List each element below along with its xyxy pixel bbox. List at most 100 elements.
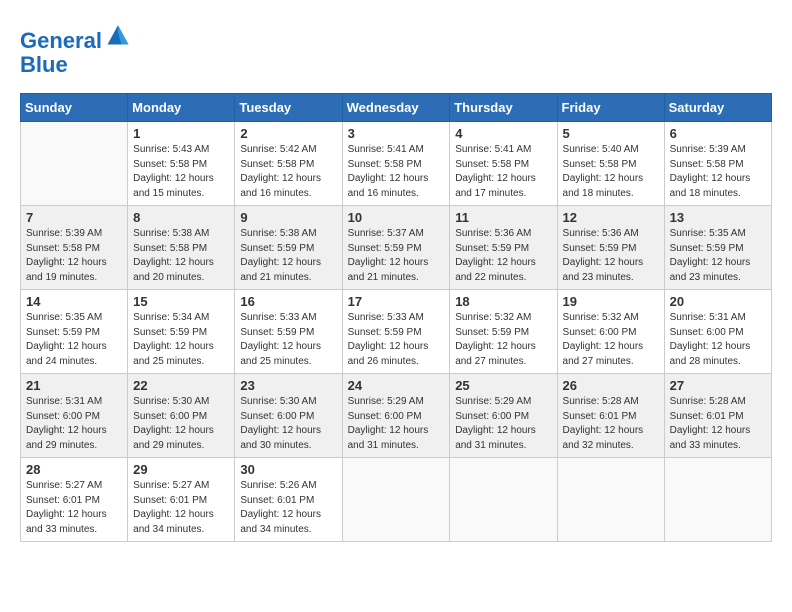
calendar-cell: 20 Sunrise: 5:31 AMSunset: 6:00 PMDaylig… [664, 290, 771, 374]
day-info: Sunrise: 5:29 AMSunset: 6:00 PMDaylight:… [348, 396, 429, 451]
calendar-cell: 6 Sunrise: 5:39 AMSunset: 5:58 PMDayligh… [664, 122, 771, 206]
calendar-cell: 26 Sunrise: 5:28 AMSunset: 6:01 PMDaylig… [557, 374, 664, 458]
day-info: Sunrise: 5:37 AMSunset: 5:59 PMDaylight:… [348, 228, 429, 283]
logo-icon [104, 20, 132, 48]
calendar-cell: 10 Sunrise: 5:37 AMSunset: 5:59 PMDaylig… [342, 206, 450, 290]
weekday-header: Monday [128, 94, 235, 122]
day-number: 1 [133, 126, 229, 141]
weekday-header: Thursday [450, 94, 557, 122]
calendar-cell: 2 Sunrise: 5:42 AMSunset: 5:58 PMDayligh… [235, 122, 342, 206]
calendar-cell [664, 458, 771, 542]
calendar-cell: 27 Sunrise: 5:28 AMSunset: 6:01 PMDaylig… [664, 374, 771, 458]
day-number: 7 [26, 210, 122, 225]
day-info: Sunrise: 5:27 AMSunset: 6:01 PMDaylight:… [26, 480, 107, 535]
calendar-week-row: 14 Sunrise: 5:35 AMSunset: 5:59 PMDaylig… [21, 290, 772, 374]
day-number: 16 [240, 294, 336, 309]
calendar-week-row: 28 Sunrise: 5:27 AMSunset: 6:01 PMDaylig… [21, 458, 772, 542]
day-number: 2 [240, 126, 336, 141]
day-info: Sunrise: 5:41 AMSunset: 5:58 PMDaylight:… [348, 144, 429, 199]
calendar-cell: 14 Sunrise: 5:35 AMSunset: 5:59 PMDaylig… [21, 290, 128, 374]
day-info: Sunrise: 5:38 AMSunset: 5:58 PMDaylight:… [133, 228, 214, 283]
calendar-cell: 30 Sunrise: 5:26 AMSunset: 6:01 PMDaylig… [235, 458, 342, 542]
logo-text: GeneralBlue [20, 20, 132, 77]
day-info: Sunrise: 5:32 AMSunset: 6:00 PMDaylight:… [563, 312, 644, 367]
day-info: Sunrise: 5:31 AMSunset: 6:00 PMDaylight:… [670, 312, 751, 367]
day-number: 22 [133, 378, 229, 393]
day-number: 25 [455, 378, 551, 393]
calendar-cell: 9 Sunrise: 5:38 AMSunset: 5:59 PMDayligh… [235, 206, 342, 290]
day-info: Sunrise: 5:30 AMSunset: 6:00 PMDaylight:… [133, 396, 214, 451]
weekday-header: Sunday [21, 94, 128, 122]
calendar-cell: 4 Sunrise: 5:41 AMSunset: 5:58 PMDayligh… [450, 122, 557, 206]
day-number: 13 [670, 210, 766, 225]
day-info: Sunrise: 5:35 AMSunset: 5:59 PMDaylight:… [670, 228, 751, 283]
day-info: Sunrise: 5:33 AMSunset: 5:59 PMDaylight:… [240, 312, 321, 367]
logo: GeneralBlue [20, 20, 132, 77]
day-info: Sunrise: 5:41 AMSunset: 5:58 PMDaylight:… [455, 144, 536, 199]
calendar-cell: 19 Sunrise: 5:32 AMSunset: 6:00 PMDaylig… [557, 290, 664, 374]
day-info: Sunrise: 5:40 AMSunset: 5:58 PMDaylight:… [563, 144, 644, 199]
day-info: Sunrise: 5:42 AMSunset: 5:58 PMDaylight:… [240, 144, 321, 199]
calendar-cell: 22 Sunrise: 5:30 AMSunset: 6:00 PMDaylig… [128, 374, 235, 458]
calendar-cell: 3 Sunrise: 5:41 AMSunset: 5:58 PMDayligh… [342, 122, 450, 206]
day-number: 10 [348, 210, 445, 225]
weekday-header: Friday [557, 94, 664, 122]
calendar-cell: 1 Sunrise: 5:43 AMSunset: 5:58 PMDayligh… [128, 122, 235, 206]
calendar-cell: 13 Sunrise: 5:35 AMSunset: 5:59 PMDaylig… [664, 206, 771, 290]
day-number: 11 [455, 210, 551, 225]
day-info: Sunrise: 5:36 AMSunset: 5:59 PMDaylight:… [455, 228, 536, 283]
day-info: Sunrise: 5:28 AMSunset: 6:01 PMDaylight:… [563, 396, 644, 451]
day-info: Sunrise: 5:26 AMSunset: 6:01 PMDaylight:… [240, 480, 321, 535]
day-number: 18 [455, 294, 551, 309]
calendar-cell: 5 Sunrise: 5:40 AMSunset: 5:58 PMDayligh… [557, 122, 664, 206]
calendar-cell: 8 Sunrise: 5:38 AMSunset: 5:58 PMDayligh… [128, 206, 235, 290]
day-number: 17 [348, 294, 445, 309]
calendar-cell: 24 Sunrise: 5:29 AMSunset: 6:00 PMDaylig… [342, 374, 450, 458]
day-info: Sunrise: 5:30 AMSunset: 6:00 PMDaylight:… [240, 396, 321, 451]
calendar-cell [342, 458, 450, 542]
day-info: Sunrise: 5:39 AMSunset: 5:58 PMDaylight:… [26, 228, 107, 283]
calendar-cell: 15 Sunrise: 5:34 AMSunset: 5:59 PMDaylig… [128, 290, 235, 374]
calendar-cell: 25 Sunrise: 5:29 AMSunset: 6:00 PMDaylig… [450, 374, 557, 458]
day-number: 24 [348, 378, 445, 393]
day-info: Sunrise: 5:29 AMSunset: 6:00 PMDaylight:… [455, 396, 536, 451]
day-info: Sunrise: 5:43 AMSunset: 5:58 PMDaylight:… [133, 144, 214, 199]
calendar-week-row: 1 Sunrise: 5:43 AMSunset: 5:58 PMDayligh… [21, 122, 772, 206]
day-number: 21 [26, 378, 122, 393]
day-info: Sunrise: 5:39 AMSunset: 5:58 PMDaylight:… [670, 144, 751, 199]
weekday-header: Wednesday [342, 94, 450, 122]
day-number: 20 [670, 294, 766, 309]
day-number: 8 [133, 210, 229, 225]
calendar-cell [557, 458, 664, 542]
day-number: 4 [455, 126, 551, 141]
day-info: Sunrise: 5:27 AMSunset: 6:01 PMDaylight:… [133, 480, 214, 535]
calendar-cell: 21 Sunrise: 5:31 AMSunset: 6:00 PMDaylig… [21, 374, 128, 458]
day-number: 28 [26, 462, 122, 477]
day-info: Sunrise: 5:36 AMSunset: 5:59 PMDaylight:… [563, 228, 644, 283]
calendar-cell: 11 Sunrise: 5:36 AMSunset: 5:59 PMDaylig… [450, 206, 557, 290]
weekday-header: Saturday [664, 94, 771, 122]
calendar-cell: 7 Sunrise: 5:39 AMSunset: 5:58 PMDayligh… [21, 206, 128, 290]
day-info: Sunrise: 5:28 AMSunset: 6:01 PMDaylight:… [670, 396, 751, 451]
day-number: 30 [240, 462, 336, 477]
calendar-cell: 29 Sunrise: 5:27 AMSunset: 6:01 PMDaylig… [128, 458, 235, 542]
calendar-cell: 28 Sunrise: 5:27 AMSunset: 6:01 PMDaylig… [21, 458, 128, 542]
day-info: Sunrise: 5:38 AMSunset: 5:59 PMDaylight:… [240, 228, 321, 283]
calendar-week-row: 7 Sunrise: 5:39 AMSunset: 5:58 PMDayligh… [21, 206, 772, 290]
day-number: 12 [563, 210, 659, 225]
calendar-cell: 18 Sunrise: 5:32 AMSunset: 5:59 PMDaylig… [450, 290, 557, 374]
day-number: 15 [133, 294, 229, 309]
day-info: Sunrise: 5:35 AMSunset: 5:59 PMDaylight:… [26, 312, 107, 367]
day-info: Sunrise: 5:33 AMSunset: 5:59 PMDaylight:… [348, 312, 429, 367]
day-number: 5 [563, 126, 659, 141]
day-number: 14 [26, 294, 122, 309]
day-number: 9 [240, 210, 336, 225]
calendar-cell: 16 Sunrise: 5:33 AMSunset: 5:59 PMDaylig… [235, 290, 342, 374]
calendar-cell [450, 458, 557, 542]
calendar-table: SundayMondayTuesdayWednesdayThursdayFrid… [20, 93, 772, 542]
calendar-header-row: SundayMondayTuesdayWednesdayThursdayFrid… [21, 94, 772, 122]
calendar-cell: 17 Sunrise: 5:33 AMSunset: 5:59 PMDaylig… [342, 290, 450, 374]
calendar-cell: 12 Sunrise: 5:36 AMSunset: 5:59 PMDaylig… [557, 206, 664, 290]
calendar-week-row: 21 Sunrise: 5:31 AMSunset: 6:00 PMDaylig… [21, 374, 772, 458]
day-number: 23 [240, 378, 336, 393]
